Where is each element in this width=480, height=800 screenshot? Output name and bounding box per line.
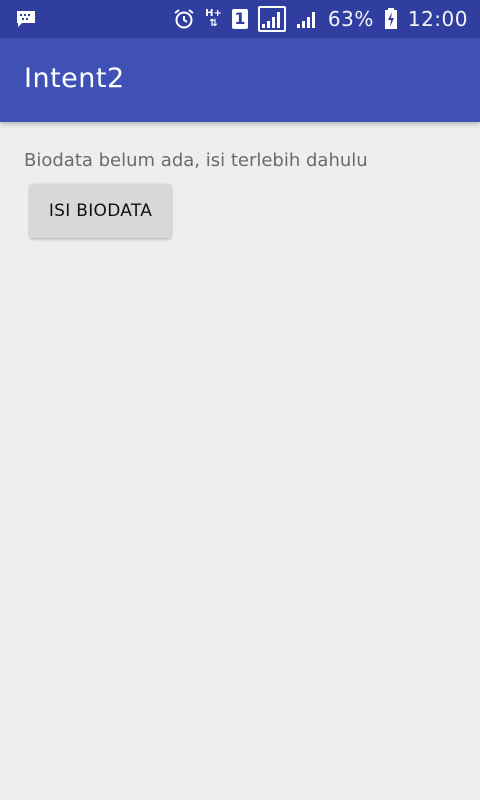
clock: 12:00	[407, 7, 468, 31]
status-icons: H+ ⇅ 1 63% 12:00	[173, 0, 468, 38]
fill-biodata-button[interactable]: ISI BIODATA	[30, 184, 171, 238]
battery-charging-icon	[384, 8, 398, 30]
app-screen: H+ ⇅ 1 63% 12:00 Intent2 Biodata belum a…	[0, 0, 480, 800]
signal-strength-icon	[257, 6, 286, 32]
chat-notification-icon	[16, 10, 36, 28]
status-bar: H+ ⇅ 1 63% 12:00	[0, 0, 480, 38]
signal-strength-2-icon	[296, 9, 318, 29]
alarm-icon	[173, 8, 195, 30]
biodata-message: Biodata belum ada, isi terlebih dahulu	[24, 150, 368, 171]
app-bar: Intent2	[0, 38, 480, 122]
data-arrows-icon: ⇅	[209, 18, 218, 29]
hplus-data-icon: H+ ⇅	[205, 9, 222, 29]
battery-percent: 63%	[327, 7, 374, 31]
app-title: Intent2	[24, 63, 125, 94]
sim-1-icon: 1	[231, 9, 248, 29]
